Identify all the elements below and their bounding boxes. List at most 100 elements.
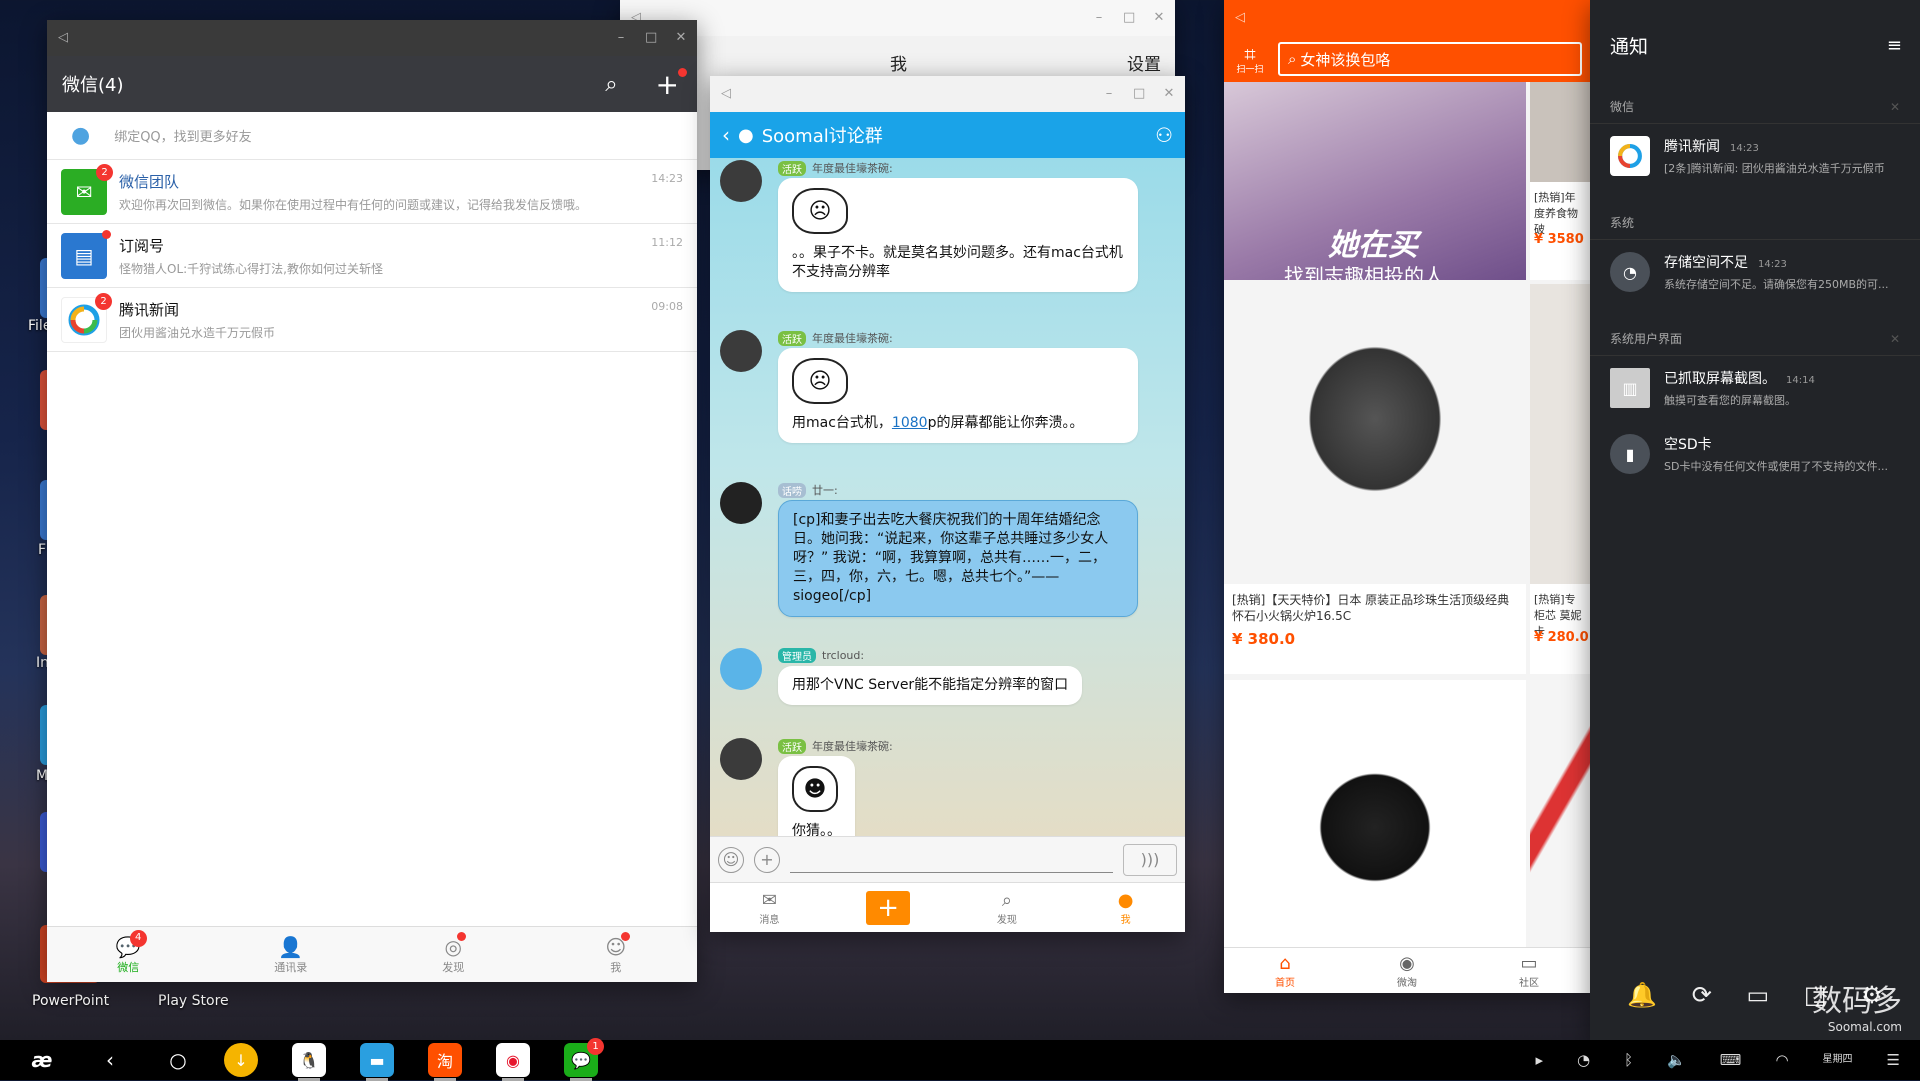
message-bubble[interactable]: ☹ 。。果子不卡。就是莫名其妙问题多。还有mac台式机不支持高分辨率	[778, 178, 1138, 292]
member-tag: 活跃	[778, 738, 806, 754]
minimize-icon[interactable]: –	[1103, 87, 1115, 100]
clock-dial-icon[interactable]: ◔	[1577, 1051, 1590, 1069]
clear-all-icon[interactable]: ≡	[1887, 35, 1902, 56]
window-titlebar[interactable]: ◁	[1224, 0, 1590, 36]
message-bubble[interactable]: ☻ 你猜。。	[778, 756, 855, 836]
chevron-left-icon[interactable]: ‹	[722, 123, 730, 147]
clock[interactable]: 星期四	[1823, 1054, 1853, 1066]
message-bubble[interactable]: [cp]和妻子出去吃大餐庆祝我们的十周年结婚纪念日。她问我：“说起来，你这辈子总…	[778, 500, 1138, 617]
taobao-app-icon[interactable]: 淘	[428, 1043, 462, 1081]
tab-messages[interactable]: ✉ 消息	[710, 890, 829, 926]
back-icon[interactable]: ◁	[57, 31, 69, 44]
notification-body: 触摸可查看您的屏幕截图。	[1664, 394, 1796, 407]
bluetooth-icon[interactable]: ᛒ	[1624, 1051, 1633, 1069]
close-icon[interactable]: ✕	[1163, 87, 1175, 100]
tab-discover[interactable]: ◎ 发现	[372, 927, 535, 982]
desktop-label-play-store[interactable]: Play Store	[158, 993, 229, 1009]
settings-button[interactable]: 设置	[1127, 50, 1161, 75]
wechat-app-icon[interactable]: 💬 1	[564, 1038, 604, 1081]
qq-app-icon[interactable]: 🐧	[292, 1043, 326, 1081]
rotation-lock-icon[interactable]: ⟳	[1692, 981, 1712, 1009]
voice-icon[interactable]: )))	[1123, 843, 1177, 876]
wifi-icon[interactable]: ◠	[1775, 1051, 1788, 1069]
window-titlebar[interactable]: ◁ – □ ✕	[620, 0, 1175, 36]
chat-row[interactable]: 2 腾讯新闻 团伙用酱油兑水造千万元假币 09:08	[47, 288, 697, 352]
message-bubble[interactable]: 用那个VNC Server能不能指定分辨率的窗口	[778, 666, 1083, 705]
chat-messages: 活跃 年度最佳壕茶碗: ☹ 。。果子不卡。就是莫名其妙问题多。还有mac台式机不支…	[710, 158, 1185, 836]
tab-discover[interactable]: ⌕ 发现	[948, 890, 1067, 926]
product-card[interactable]: [热销]专柜芯 莫妮卡 ¥ 280.0	[1530, 284, 1590, 674]
close-icon[interactable]: ✕	[675, 31, 687, 44]
product-card[interactable]	[1530, 680, 1590, 948]
chat-input-bar: ☺ + )))	[710, 836, 1185, 882]
back-icon[interactable]: ‹	[88, 1042, 132, 1078]
tab-me[interactable]: ● 我	[1066, 890, 1185, 926]
close-icon[interactable]: ✕	[1153, 11, 1165, 24]
weibo-app-icon[interactable]: ◉	[496, 1043, 530, 1081]
notification-body: 系统存储空间不足。请确保您有250MB的可...	[1664, 278, 1889, 291]
tab-home[interactable]: ⌂ 首页	[1224, 948, 1346, 993]
tencent-news-logo-icon	[68, 304, 100, 335]
expand-tray-icon[interactable]: ▸	[1535, 1051, 1543, 1069]
download-app-icon[interactable]: ↓	[224, 1043, 258, 1077]
window-titlebar[interactable]: ◁ – □ ✕	[710, 76, 1185, 112]
avatar[interactable]	[720, 330, 762, 372]
maximize-icon[interactable]: □	[645, 31, 657, 44]
notification-item[interactable]: ▮ 空SD卡 SD卡中没有任何文件或使用了不支持的文件...	[1590, 422, 1920, 488]
unread-badge: 1	[587, 1038, 604, 1055]
message-input[interactable]	[790, 847, 1113, 873]
banner[interactable]: 她在买 找到志趣相投的人	[1224, 82, 1526, 280]
keyboard-icon[interactable]: ⌨	[1720, 1051, 1742, 1069]
search-input[interactable]: ⌕ 女神该换包咯	[1278, 42, 1582, 76]
notification-bell-icon[interactable]: 🔔	[1627, 981, 1657, 1009]
notifications-icon[interactable]: ☰	[1887, 1051, 1900, 1069]
files-app-icon[interactable]: ▬	[360, 1043, 394, 1081]
desktop-label-powerpoint[interactable]: PowerPoint	[32, 993, 109, 1009]
group-members-icon[interactable]: ⚇	[1155, 123, 1173, 147]
scan-button[interactable]: ⌗ 扫一扫	[1232, 43, 1268, 75]
notification-item[interactable]: ◔ 存储空间不足 14:23 系统存储空间不足。请确保您有250MB的可...	[1590, 240, 1920, 306]
tab-weitao[interactable]: ◉ 微淘	[1346, 948, 1468, 993]
dismiss-icon[interactable]: ✕	[1890, 100, 1900, 114]
product-card[interactable]: [热销]年度养食物破 ¥ 3580	[1530, 82, 1590, 280]
product-card[interactable]: [热销]【天天特价】日本 原装正品珍珠生活顶级经典怀石小火锅火炉16.5C ¥ …	[1224, 284, 1526, 674]
window-titlebar[interactable]: ◁ – □ ✕	[47, 20, 697, 56]
product-card[interactable]	[1224, 680, 1526, 948]
chat-row[interactable]: ▤ 订阅号 怪物猎人OL:千狩试练心得打法,教你如何过关斩怪 11:12	[47, 224, 697, 288]
add-icon[interactable]: +	[656, 67, 687, 101]
start-logo-icon[interactable]: æ	[20, 1042, 64, 1078]
chat-preview: 欢迎你再次回到微信。如果你在使用过程中有任何的问题或建议，记得给我发信反馈哦。	[119, 197, 588, 212]
emoji-icon[interactable]: ☺	[718, 846, 744, 873]
minimize-icon[interactable]: –	[615, 31, 627, 44]
message-link[interactable]: 1080	[892, 415, 928, 431]
product-title: [热销]年度养食物破	[1534, 191, 1578, 236]
wechat-tabbar: 💬 4 微信 👤 通讯录 ◎ 发现 ☺ 我	[47, 926, 697, 982]
home-circle-icon[interactable]: ○	[156, 1042, 200, 1078]
tab-me[interactable]: ☺ 我	[535, 927, 698, 982]
notification-item[interactable]: 腾讯新闻 14:23 [2条]腾讯新闻: 团伙用酱油兑水造千万元假币	[1590, 124, 1920, 190]
back-icon[interactable]: ◁	[720, 87, 732, 100]
plus-icon[interactable]: +	[754, 846, 780, 873]
notification-item[interactable]: ▥ 已抓取屏幕截图。 14:14 触摸可查看您的屏幕截图。	[1590, 356, 1920, 422]
product-image	[1530, 680, 1590, 948]
tab-contacts[interactable]: 👤 通讯录	[210, 927, 373, 982]
avatar[interactable]	[720, 648, 762, 690]
volume-icon[interactable]: 🔈	[1667, 1051, 1686, 1069]
avatar[interactable]	[720, 160, 762, 202]
avatar[interactable]	[720, 738, 762, 780]
message-bubble[interactable]: ☹ 用mac台式机，1080p的屏幕都能让你奔溃。。	[778, 348, 1138, 443]
maximize-icon[interactable]: □	[1123, 11, 1135, 24]
minimize-icon[interactable]: –	[1093, 11, 1105, 24]
tab-chats[interactable]: 💬 4 微信	[47, 927, 210, 982]
bind-qq-banner[interactable]: ● 绑定QQ，找到更多好友	[47, 112, 697, 160]
avatar[interactable]	[720, 482, 762, 524]
unread-dot	[102, 229, 111, 239]
tab-plus[interactable]: +	[829, 890, 948, 925]
dismiss-icon[interactable]: ✕	[1890, 332, 1900, 346]
display-icon[interactable]: ▭	[1747, 981, 1770, 1009]
maximize-icon[interactable]: □	[1133, 87, 1145, 100]
tab-community[interactable]: ▭ 社区	[1468, 948, 1590, 993]
back-icon[interactable]: ◁	[1234, 11, 1246, 24]
chat-row[interactable]: ✉ 2 微信团队 欢迎你再次回到微信。如果你在使用过程中有任何的问题或建议，记得…	[47, 160, 697, 224]
search-icon[interactable]: ⌕	[605, 72, 617, 97]
